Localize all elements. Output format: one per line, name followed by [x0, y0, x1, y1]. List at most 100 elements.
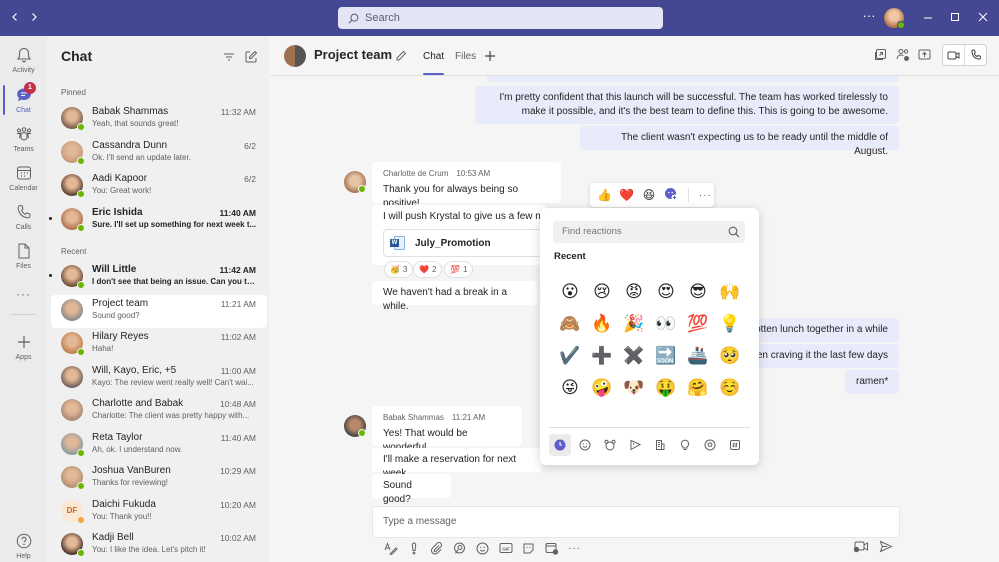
emoji-option[interactable]: 🚢 — [682, 340, 714, 372]
rail-item-apps[interactable]: Apps — [0, 333, 47, 361]
gif-button[interactable]: GIF — [498, 541, 513, 555]
chat-list-item[interactable]: Babak Shammas 11:32 AM Yeah, that sounds g… — [51, 103, 267, 136]
emoji-option[interactable]: 🙌 — [714, 276, 746, 308]
share-screen-button[interactable] — [918, 48, 932, 62]
forward-button[interactable] — [25, 9, 43, 25]
meet-now-button[interactable] — [853, 540, 869, 558]
message-bubble-mine[interactable]: I'm pretty confident that this launch wi… — [475, 86, 899, 124]
emoji-option[interactable]: 🥺 — [714, 340, 746, 372]
emoji-option[interactable]: 😡 — [618, 276, 650, 308]
chat-list-item[interactable]: Charlotte and Babak 10:48 AM Charlotte: Th… — [51, 395, 267, 428]
emoji-option[interactable]: ☺️ — [714, 372, 746, 404]
emoji-option[interactable]: ✖️ — [618, 340, 650, 372]
chat-list-item[interactable]: Eric Ishida 11:40 AM Sure. I'll set up som… — [49, 204, 267, 237]
emoji-option[interactable]: 🤑 — [650, 372, 682, 404]
rail-more-button[interactable]: ··· — [0, 287, 47, 301]
search-box[interactable]: Search — [338, 7, 663, 29]
emoji-option[interactable]: 🔥 — [586, 308, 618, 340]
reaction-heart[interactable]: ❤️ — [618, 188, 635, 202]
emoji-option[interactable]: 😢 — [586, 276, 618, 308]
rail-item-calls[interactable]: Calls — [0, 203, 47, 231]
rail-item-files[interactable]: Files — [0, 242, 47, 270]
emoji-option[interactable]: 💯 — [682, 308, 714, 340]
category-food[interactable] — [624, 434, 646, 456]
filter-button[interactable] — [222, 50, 236, 64]
emoji-option[interactable]: 🐶 — [618, 372, 650, 404]
chat-list-item[interactable]: DF Daichi Fukuda 10:20 AM You: Thank you!! — [51, 496, 267, 529]
message-bubble-theirs[interactable]: Babak Shammas 11:21 AM Yes! That would be… — [372, 406, 522, 453]
emoji-option[interactable]: 🙈 — [554, 308, 586, 340]
find-reactions-input[interactable] — [553, 221, 745, 243]
reaction-chip[interactable]: ❤️ 2 — [413, 261, 443, 278]
category-travel[interactable] — [649, 434, 671, 456]
settings-more-button[interactable]: ··· — [861, 8, 877, 23]
participants-button[interactable] — [896, 48, 910, 62]
rail-item-calendar[interactable]: Calendar — [0, 164, 47, 192]
attach-button[interactable] — [429, 541, 444, 555]
emoji-option[interactable]: 😮 — [554, 276, 586, 308]
format-button[interactable] — [383, 541, 398, 555]
reaction-chip[interactable]: 🥳 3 — [384, 261, 414, 278]
category-smileys[interactable] — [574, 434, 596, 456]
category-objects[interactable] — [674, 434, 696, 456]
category-recent[interactable] — [549, 434, 571, 456]
schedule-meeting-button[interactable] — [544, 541, 559, 555]
chat-list-item[interactable]: Cassandra Dunn 6/2 Ok. I'll send an update… — [51, 137, 267, 170]
more-reactions-button[interactable] — [663, 187, 680, 204]
message-bubble-mine[interactable]: en craving it the last few days. — [758, 344, 899, 368]
file-attachment[interactable]: W July_Promotion — [383, 229, 543, 257]
message-compose-box[interactable]: Type a message — [372, 506, 900, 538]
category-activities[interactable] — [699, 434, 721, 456]
new-chat-button[interactable] — [244, 50, 258, 64]
add-tab-button[interactable] — [484, 49, 498, 63]
send-button[interactable] — [879, 540, 893, 558]
maximize-button[interactable] — [947, 10, 963, 25]
rail-item-chat[interactable]: Chat 1 — [0, 82, 47, 114]
emoji-option[interactable]: 🔜 — [650, 340, 682, 372]
chat-list-item[interactable]: Kadji Bell 10:02 AM You: I like the idea. … — [51, 529, 267, 562]
message-bubble-mine[interactable]: ramen* — [845, 370, 899, 394]
rail-item-teams[interactable]: Teams — [0, 125, 47, 153]
message-bubble-mine[interactable]: The client wasn't expecting us to be rea… — [580, 126, 899, 157]
emoji-button[interactable] — [475, 541, 490, 555]
tab-files[interactable]: Files — [455, 51, 476, 62]
chat-list-item[interactable]: Will Little 11:42 AM I don't see that bein… — [49, 261, 267, 294]
emoji-option[interactable]: 😍 — [650, 276, 682, 308]
message-bubble-mine[interactable]: otten lunch together in a while. — [758, 318, 899, 342]
emoji-option[interactable]: 🤗 — [682, 372, 714, 404]
reaction-like[interactable]: 👍 — [596, 188, 613, 202]
chat-list-item[interactable]: Hilary Reyes 11:02 AM Haha! — [51, 328, 267, 361]
important-button[interactable] — [406, 541, 421, 555]
compose-more-button[interactable]: ··· — [567, 541, 582, 555]
category-animals[interactable] — [599, 434, 621, 456]
emoji-option[interactable]: 😜 — [554, 372, 586, 404]
rename-button[interactable] — [395, 49, 409, 63]
minimize-button[interactable] — [920, 10, 936, 25]
message-more-options[interactable]: ··· — [697, 190, 714, 201]
video-call-button[interactable] — [943, 45, 965, 65]
chat-list-item[interactable]: Project team 11:21 AM Sound good? — [51, 294, 267, 328]
rail-item-activity[interactable]: Activity — [0, 46, 47, 74]
message-bubble-theirs[interactable]: We haven't had a break in a while. — [372, 281, 537, 312]
category-symbols[interactable] — [724, 434, 746, 456]
close-button[interactable] — [975, 10, 991, 25]
pop-out-button[interactable] — [874, 48, 888, 62]
message-bubble-theirs[interactable]: Sound good? — [372, 474, 451, 505]
reaction-chip[interactable]: 💯 1 — [444, 261, 474, 278]
tab-chat[interactable]: Chat — [423, 51, 444, 62]
back-button[interactable] — [6, 9, 24, 25]
emoji-option[interactable]: 🤪 — [586, 372, 618, 404]
sticker-button[interactable] — [521, 541, 536, 555]
message-bubble-theirs[interactable]: Charlotte de Crum 10:53 AM Thank you for … — [372, 162, 561, 209]
message-bubble-theirs[interactable]: I'll make a reservation for next week. — [372, 448, 542, 479]
emoji-option[interactable]: 🎉 — [618, 308, 650, 340]
emoji-option[interactable]: 😎 — [682, 276, 714, 308]
rail-item-help[interactable]: Help — [0, 532, 47, 560]
emoji-option[interactable]: ✔️ — [554, 340, 586, 372]
chat-list-item[interactable]: Reta Taylor 11:40 AM Ah, ok. I understand … — [51, 429, 267, 462]
chat-list-item[interactable]: Will, Kayo, Eric, +5 11:00 AM Kayo: The re… — [51, 362, 267, 395]
emoji-option[interactable]: 💡 — [714, 308, 746, 340]
loop-button[interactable] — [452, 541, 467, 555]
emoji-option[interactable]: ➕ — [586, 340, 618, 372]
audio-call-button[interactable] — [965, 45, 986, 65]
